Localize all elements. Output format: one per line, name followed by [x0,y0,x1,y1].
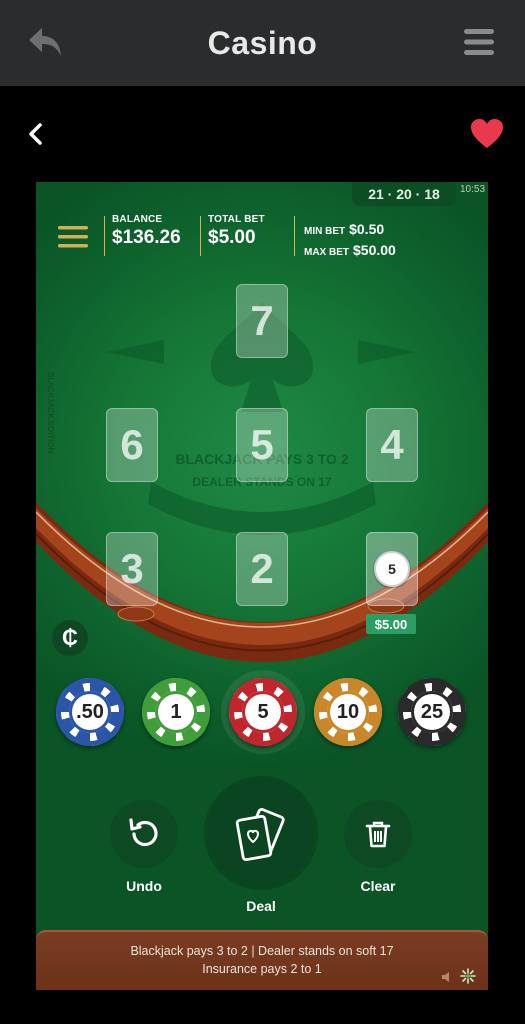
undo-button[interactable] [110,800,178,868]
min-bet-value: $0.50 [349,221,385,237]
recent-results: 21 · 20 · 18 [352,182,456,206]
chip-1[interactable]: 1 [142,678,210,746]
seat-7[interactable]: 7 [236,284,288,358]
chip-value: 5 [242,691,284,733]
rules-line-1: Blackjack pays 3 to 2 | Dealer stands on… [130,944,394,958]
chip-point50[interactable]: .50 [56,678,124,746]
min-bet-label: MIN BET [304,226,346,237]
seat-6[interactable]: 6 [106,408,158,482]
undo-label: Undo [126,878,162,894]
total-bet-label: TOTAL BET [208,214,265,225]
max-bet-label: MAX BET [304,247,349,258]
sub-header [0,86,525,182]
menu-icon[interactable] [463,26,495,58]
deal-button[interactable] [208,780,314,886]
seat-5[interactable]: 5 [236,408,288,482]
chip-25[interactable]: 25 [398,678,466,746]
chevron-left-icon[interactable] [26,122,46,146]
stat-divider [200,216,201,256]
game-menu-icon[interactable] [58,224,88,250]
chip-10[interactable]: 10 [314,678,382,746]
rules-banner: Blackjack pays 3 to 2 | Dealer stands on… [36,930,488,990]
balance-label: BALANCE [112,214,163,225]
deal-label: Deal [246,898,276,914]
chip-5[interactable]: 5 [229,678,297,746]
sound-icon[interactable] [440,970,454,984]
seat-bet-amount: $5.00 [366,614,416,634]
back-arrow-icon[interactable] [26,24,64,60]
chip-value: .50 [69,691,111,733]
currency-switch-button[interactable]: ₵ [52,620,88,656]
trash-icon [365,821,391,848]
svg-text:BLACKJACK EDITION: BLACKJACK EDITION [46,372,55,454]
undo-icon [129,818,158,847]
rules-line-2: Insurance pays 2 to 1 [202,962,322,976]
cards-icon [235,808,285,862]
total-bet-value: $5.00 [208,227,256,248]
chip-value: 1 [155,691,197,733]
clock: 10:53 [460,184,486,195]
seat-1-active[interactable]: 5 [366,532,418,606]
clear-label: Clear [360,878,396,894]
blackjack-table: BLACKJACK PAYS 3 TO 2 DEALER STANDS ON 1… [36,182,488,990]
balance-value: $136.26 [112,227,181,248]
seat-4[interactable]: 4 [366,408,418,482]
clear-button[interactable] [344,800,412,868]
favorite-heart-icon[interactable] [470,118,504,150]
placed-bet-chip: 5 [374,551,410,587]
chip-value: 10 [327,691,369,733]
balance-stat: BALANCE $136.26 [112,214,181,249]
stat-divider [294,216,295,256]
stat-divider [104,216,105,256]
app-header: Casino [0,0,525,86]
seat-2[interactable]: 2 [236,532,288,606]
seat-3[interactable]: 3 [106,532,158,606]
chip-value: 25 [411,691,453,733]
max-bet-value: $50.00 [353,242,396,258]
total-bet-stat: TOTAL BET $5.00 [208,214,265,249]
bet-limits: MIN BET $0.50 MAX BET $50.00 [304,220,396,262]
settings-sparkle-icon[interactable] [460,968,476,984]
page-title: Casino [207,24,318,61]
